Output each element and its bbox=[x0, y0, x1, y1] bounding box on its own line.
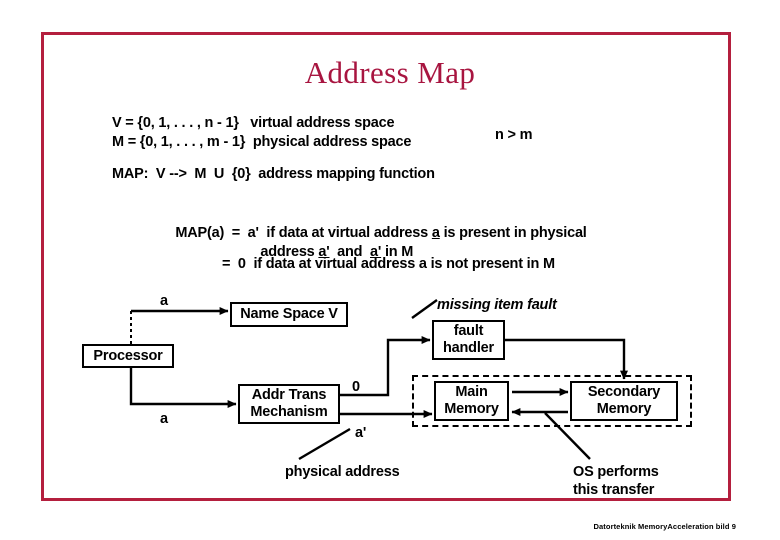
slide-canvas: Address Map V = {0, 1, . . . , n - 1} vi… bbox=[0, 0, 780, 540]
mapping-line1-underlined-a: a bbox=[431, 225, 440, 241]
page-title: Address Map bbox=[304, 55, 476, 90]
main-memory-box[interactable]: Main Memory bbox=[434, 381, 509, 421]
processor-box[interactable]: Processor bbox=[82, 344, 174, 368]
fault-handler-label-line1: fault bbox=[453, 323, 484, 339]
main-memory-label-line2: Memory bbox=[444, 401, 499, 417]
addr-trans-label-line1: Addr Trans bbox=[251, 387, 327, 403]
secondary-memory-label-line2: Memory bbox=[596, 401, 652, 417]
mapping-equation-line3: = 0 if data at virtual address a is not … bbox=[222, 256, 555, 272]
label-a-prime: a' bbox=[355, 425, 367, 441]
name-space-box[interactable]: Name Space V bbox=[230, 302, 348, 327]
map-function-line: MAP: V --> M U {0} address mapping funct… bbox=[112, 166, 435, 182]
fault-handler-box[interactable]: fault handler bbox=[432, 320, 505, 360]
label-os-transfer-line1: OS performs bbox=[573, 464, 659, 480]
definition-line-v: V = {0, 1, . . . , n - 1} virtual addres… bbox=[112, 115, 395, 131]
processor-label: Processor bbox=[93, 347, 163, 364]
relation-n-gt-m: n > m bbox=[495, 127, 533, 143]
label-zero: 0 bbox=[352, 379, 360, 395]
label-a-bottom: a bbox=[160, 411, 168, 427]
label-os-transfer-line2: this transfer bbox=[573, 482, 655, 498]
main-memory-label-line1: Main bbox=[455, 384, 488, 400]
fault-handler-label-line2: handler bbox=[443, 340, 494, 356]
label-physical-address: physical address bbox=[285, 464, 400, 480]
secondary-memory-label-line1: Secondary bbox=[587, 384, 661, 400]
label-a-top: a bbox=[160, 293, 168, 309]
addr-trans-label-line2: Mechanism bbox=[250, 404, 328, 420]
definition-line-m: M = {0, 1, . . . , m - 1} physical addre… bbox=[112, 134, 412, 150]
label-missing-item-fault: missing item fault bbox=[437, 297, 557, 313]
slide-footer: Datorteknik MemoryAcceleration bild 9 bbox=[593, 522, 736, 531]
secondary-memory-box[interactable]: Secondary Memory bbox=[570, 381, 678, 421]
name-space-label: Name Space V bbox=[240, 306, 338, 322]
addr-trans-mechanism-box[interactable]: Addr Trans Mechanism bbox=[238, 384, 340, 424]
mapping-line1-part-b: is present in physical bbox=[439, 225, 587, 241]
